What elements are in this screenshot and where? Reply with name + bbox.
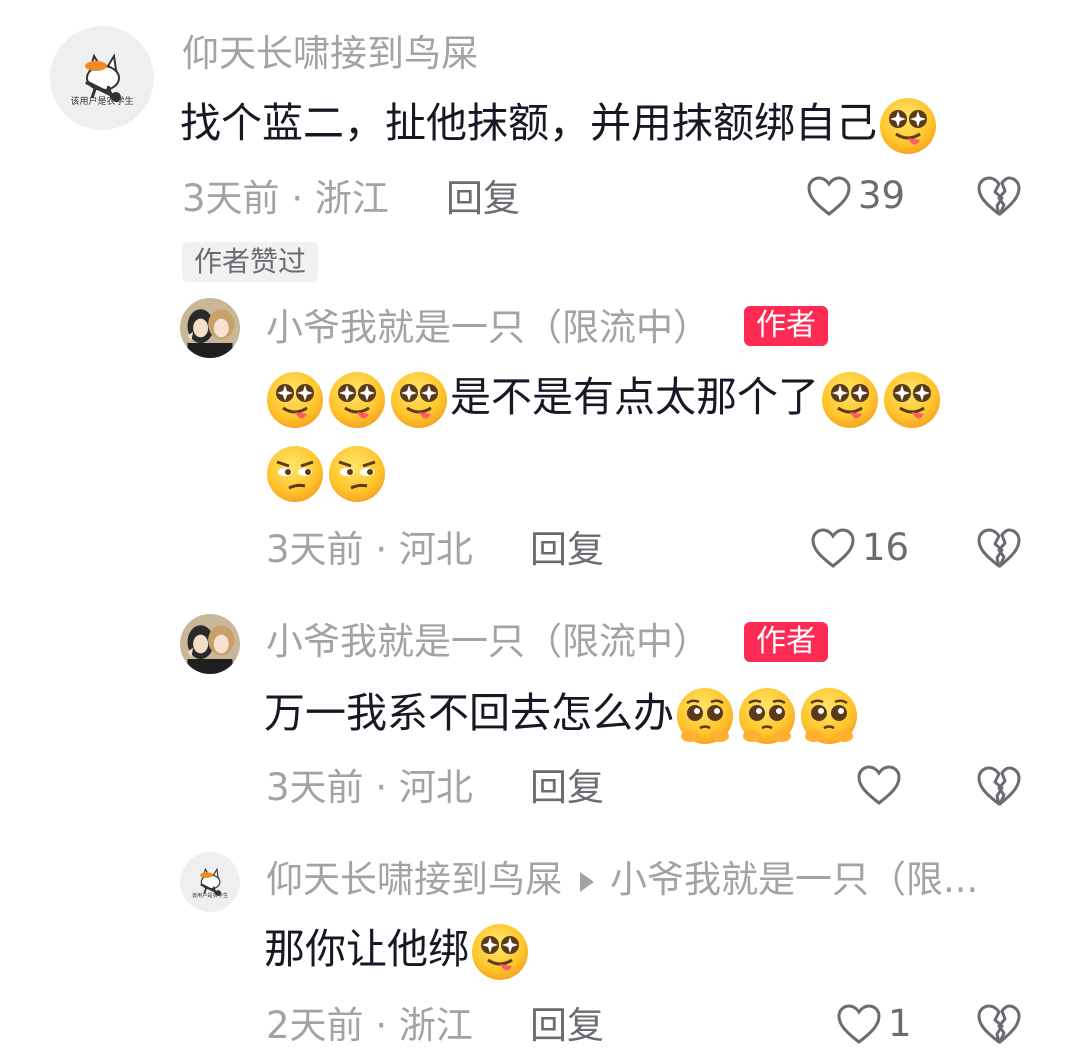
reply-time: 2天前 — [266, 1004, 364, 1047]
reply-arrow-icon — [580, 871, 594, 892]
pleading-emoji — [799, 686, 859, 746]
heart-outline-icon — [836, 1003, 882, 1045]
reply-location: 浙江 — [398, 1004, 473, 1047]
reply-time: 3天前 — [266, 528, 364, 571]
heart-outline-icon — [856, 764, 902, 806]
broken-heart-icon — [976, 174, 1022, 218]
comment-location: 浙江 — [314, 177, 389, 220]
reply-button[interactable]: 回复 — [446, 177, 520, 221]
pleading-emoji — [737, 686, 797, 746]
reply-username[interactable]: 小爷我就是一只（限流中） — [266, 620, 710, 664]
drooling-emoji — [878, 96, 938, 156]
broken-heart-icon — [976, 526, 1022, 570]
pleading-emoji — [675, 686, 735, 746]
comment-text-body: 找个蓝二，扯他抹额，并用抹额绑自己 — [180, 99, 877, 147]
avatar-caption: 该用户是农学生 — [70, 95, 133, 107]
reply-text: 那你让他绑 — [264, 918, 531, 982]
comment-text: 找个蓝二，扯他抹额，并用抹额绑自己 — [180, 92, 939, 156]
reply-button[interactable]: 回复 — [530, 1004, 604, 1048]
comment-username[interactable]: 仰天长啸接到鸟屎 — [182, 32, 478, 76]
reply-location: 河北 — [398, 528, 473, 571]
reply-text: 是不是有点太那个了 — [264, 366, 943, 430]
reply-text: 万一我系不回去怎么办 — [264, 682, 860, 746]
separator: · — [291, 177, 304, 220]
reply-button[interactable]: 回复 — [530, 528, 604, 572]
dislike-button[interactable] — [976, 1002, 1022, 1046]
heart-outline-icon — [810, 527, 856, 569]
reply-location: 河北 — [398, 766, 473, 809]
dislike-button[interactable] — [976, 174, 1022, 218]
reply-time: 3天前 — [266, 766, 364, 809]
like-button[interactable]: 1 — [836, 1002, 912, 1046]
heart-outline-icon — [806, 175, 852, 217]
reply-text-body: 那你让他绑 — [264, 925, 469, 973]
comment-time: 3天前 — [182, 177, 280, 220]
drooling-emoji — [265, 370, 325, 430]
reply-meta: 3天前 · 河北 — [266, 528, 473, 572]
reply-to-user[interactable]: 小爷我就是一只（限... — [610, 858, 978, 902]
like-count: 1 — [888, 1002, 912, 1045]
like-count: 16 — [862, 526, 910, 569]
author-badge: 作者 — [744, 306, 828, 346]
drooling-emoji — [820, 370, 880, 430]
reply-text-body: 是不是有点太那个了 — [450, 373, 819, 421]
like-button[interactable] — [856, 764, 908, 806]
reply-button[interactable]: 回复 — [530, 766, 604, 810]
like-button[interactable]: 16 — [810, 526, 909, 570]
author-badge: 作者 — [744, 622, 828, 662]
like-count: 39 — [858, 174, 906, 217]
broken-heart-icon — [976, 1002, 1022, 1046]
drooling-emoji — [470, 922, 530, 982]
like-button[interactable]: 39 — [806, 174, 905, 218]
reply-username[interactable]: 小爷我就是一只（限流中） — [266, 306, 710, 350]
comment-meta: 3天前 · 浙江 — [182, 177, 389, 221]
smirk-emoji — [327, 444, 387, 504]
reply-meta: 3天前 · 河北 — [266, 766, 473, 810]
separator: · — [375, 1004, 388, 1047]
avatar[interactable] — [180, 614, 240, 674]
reply-text-body: 万一我系不回去怎么办 — [264, 689, 674, 737]
dislike-button[interactable] — [976, 526, 1022, 570]
smirk-emoji — [265, 444, 325, 504]
reply-author[interactable]: 仰天长啸接到鸟屎 — [266, 858, 562, 901]
reply-username[interactable]: 仰天长啸接到鸟屎 小爷我就是一只（限... — [266, 858, 978, 902]
author-liked-tag: 作者赞过 — [182, 242, 319, 282]
reply-meta: 2天前 · 浙江 — [266, 1004, 473, 1048]
drooling-emoji — [389, 370, 449, 430]
broken-heart-icon — [976, 764, 1022, 808]
drooling-emoji — [882, 370, 942, 430]
avatar[interactable]: 该用户是农学生 — [50, 26, 154, 130]
drooling-emoji — [327, 370, 387, 430]
separator: · — [375, 766, 388, 809]
separator: · — [375, 528, 388, 571]
reply-text-line2 — [264, 440, 388, 504]
avatar[interactable]: 该用户是农学生 — [180, 852, 240, 912]
dislike-button[interactable] — [976, 764, 1022, 808]
avatar[interactable] — [180, 298, 240, 358]
